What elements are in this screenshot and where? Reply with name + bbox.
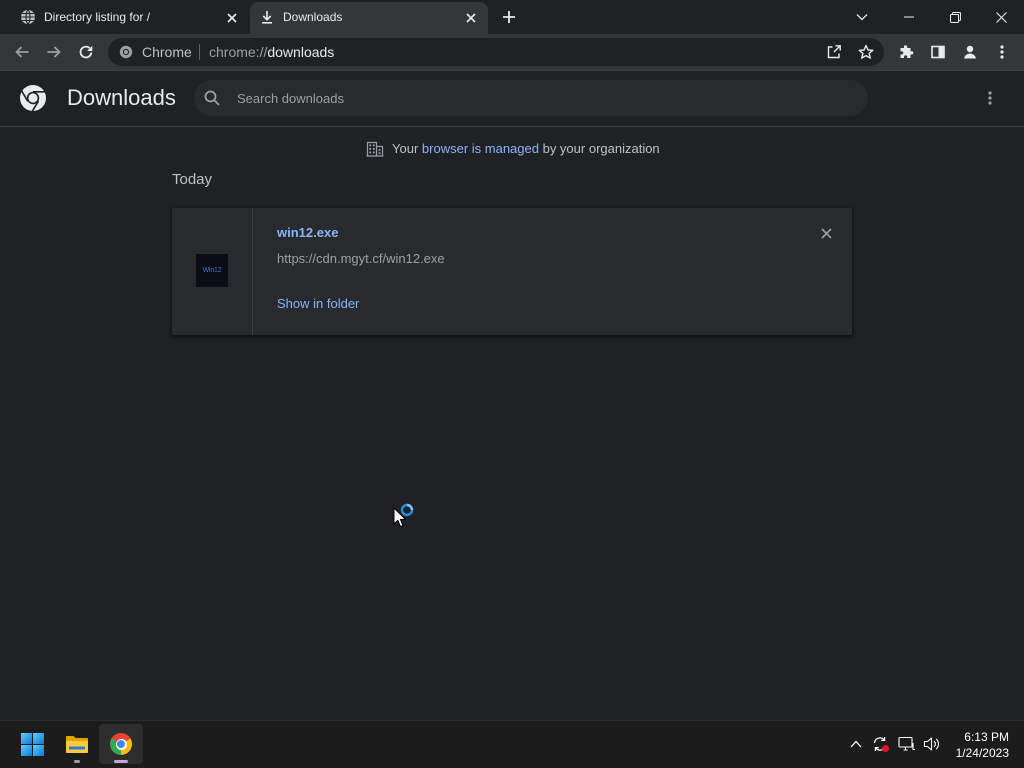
restore-icon [949,11,961,23]
file-thumbnail: Win12 [196,254,228,287]
search-field[interactable] [194,80,868,116]
url-scheme: chrome:// [209,44,268,60]
back-arrow-icon [14,44,30,60]
close-icon [820,227,832,239]
star-icon [858,44,874,60]
show-hidden-icons-button[interactable] [845,724,867,764]
omnibox-chip-label: Chrome [142,44,192,60]
close-icon [995,11,1007,23]
close-icon [466,13,476,23]
profile-icon [962,44,978,60]
notice-suffix: by your organization [542,141,660,156]
new-tab-button[interactable] [497,5,521,29]
kebab-menu-icon [988,90,992,106]
tab-directory-listing[interactable]: Directory listing for / [8,2,246,34]
alert-dot [882,745,889,752]
downloads-list: Your browser is managed by your organiza… [0,127,1024,720]
close-window-button[interactable] [978,0,1024,34]
file-name-link[interactable]: win12.exe [277,225,338,240]
sync-icon [872,736,889,752]
clock-time: 6:13 PM [964,730,1009,744]
taskbar-file-explorer[interactable] [55,724,99,764]
chrome-logo-icon [19,84,47,112]
forward-button[interactable] [40,38,68,66]
page-title: Downloads [67,85,176,110]
start-button[interactable] [10,724,54,764]
running-indicator [74,760,80,763]
show-in-folder-link[interactable]: Show in folder [277,296,359,311]
chrome-menu-button[interactable] [988,38,1016,66]
network-icon [898,736,916,752]
extensions-puzzle-icon [898,44,914,60]
chrome-chip-icon [119,45,133,59]
chevron-down-icon [856,13,868,21]
building-icon [366,141,384,157]
chevron-up-icon [850,740,862,748]
managed-link[interactable]: browser is managed [422,141,539,156]
managed-notice: Your browser is managed by your organiza… [366,141,666,157]
omnibox-separator [199,44,200,60]
reload-button[interactable] [72,38,100,66]
tray-network-button[interactable] [896,724,918,764]
download-icon [260,10,274,24]
chrome-icon [110,733,132,755]
plus-icon [502,10,516,24]
tab-downloads[interactable]: Downloads [250,2,488,34]
notice-prefix: Your [392,141,419,156]
close-icon [227,13,237,23]
tab-search-button[interactable] [839,0,885,34]
tab-title: Directory listing for / [44,10,151,24]
tray-sync-button[interactable] [869,724,891,764]
share-icon [826,44,842,60]
file-source-url[interactable]: https://cdn.mgyt.cf/win12.exe [277,251,445,266]
file-explorer-icon [65,734,89,754]
reload-icon [78,44,94,60]
omnibox-url[interactable]: chrome://downloads [209,45,334,59]
back-button[interactable] [8,38,36,66]
windows-taskbar: 6:13 PM 1/24/2023 [0,720,1024,768]
restore-button[interactable] [932,0,978,34]
clock-date: 1/24/2023 [955,746,1009,760]
profile-button[interactable] [956,38,984,66]
search-icon [204,90,220,106]
tab-title: Downloads [283,10,343,24]
browser-toolbar: Chrome chrome://downloads [0,34,1024,70]
system-clock[interactable]: 6:13 PM 1/24/2023 [930,729,1009,761]
globe-icon [20,9,36,25]
download-item: Win12 win12.exe https://cdn.mgyt.cf/win1… [172,208,852,335]
share-button[interactable] [822,40,846,64]
downloads-menu-button[interactable] [976,84,1004,112]
taskbar-chrome[interactable] [99,724,143,764]
tab-strip: Directory listing for / Downloads [0,0,1024,34]
active-app-indicator [114,760,128,763]
chrome-icon-center [117,740,125,748]
minimize-button[interactable] [886,0,932,34]
downloads-header: Downloads [0,70,1024,127]
managed-notice-text: Your browser is managed by your organiza… [392,142,660,156]
side-panel-button[interactable] [924,38,952,66]
download-item-icon-column: Win12 [172,208,253,335]
tab-close-button[interactable] [461,8,481,28]
busy-spinner-icon [400,503,414,517]
forward-arrow-icon [46,44,62,60]
url-path: downloads [267,44,335,60]
extensions-button[interactable] [892,38,920,66]
omnibox[interactable]: Chrome chrome://downloads [108,38,884,66]
bookmark-star-button[interactable] [854,40,878,64]
thumbnail-text: Win12 [202,266,222,274]
section-date-label: Today [172,171,213,188]
kebab-menu-icon [1000,44,1004,60]
side-panel-icon [930,44,946,60]
search-input[interactable] [237,80,857,116]
windows-start-icon [20,732,44,756]
minimize-icon [904,16,914,18]
tab-close-button[interactable] [222,8,242,28]
remove-download-button[interactable] [814,221,838,245]
